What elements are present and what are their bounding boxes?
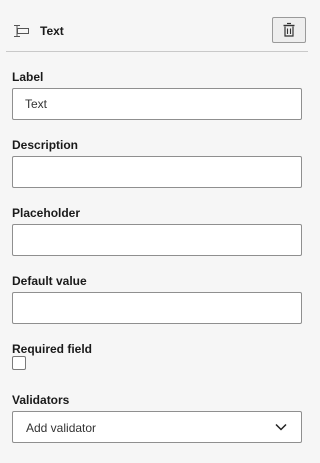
placeholder-input[interactable] xyxy=(12,224,302,256)
label-input[interactable] xyxy=(12,88,302,120)
field-settings-panel: Text Label Description Placeholder Defau… xyxy=(0,0,318,463)
default-value-field-label: Default value xyxy=(12,274,87,288)
text-field-icon xyxy=(14,25,29,37)
add-validator-select[interactable]: Add validator xyxy=(12,411,302,443)
description-input[interactable] xyxy=(12,156,302,188)
field-type-title: Text xyxy=(40,24,64,38)
trash-icon xyxy=(283,22,295,37)
required-field-label: Required field xyxy=(12,342,93,356)
label-field-label: Label xyxy=(12,70,44,84)
placeholder-field-label: Placeholder xyxy=(12,206,81,220)
header-divider xyxy=(6,51,308,52)
chevron-down-icon xyxy=(275,423,287,431)
default-value-input[interactable] xyxy=(12,292,302,324)
panel-header: Text xyxy=(0,0,318,52)
select-value: Add validator xyxy=(26,421,97,435)
description-field-label: Description xyxy=(12,138,79,152)
validators-field-label: Validators xyxy=(12,393,70,407)
delete-field-button[interactable] xyxy=(272,17,306,43)
required-checkbox[interactable] xyxy=(12,356,26,370)
